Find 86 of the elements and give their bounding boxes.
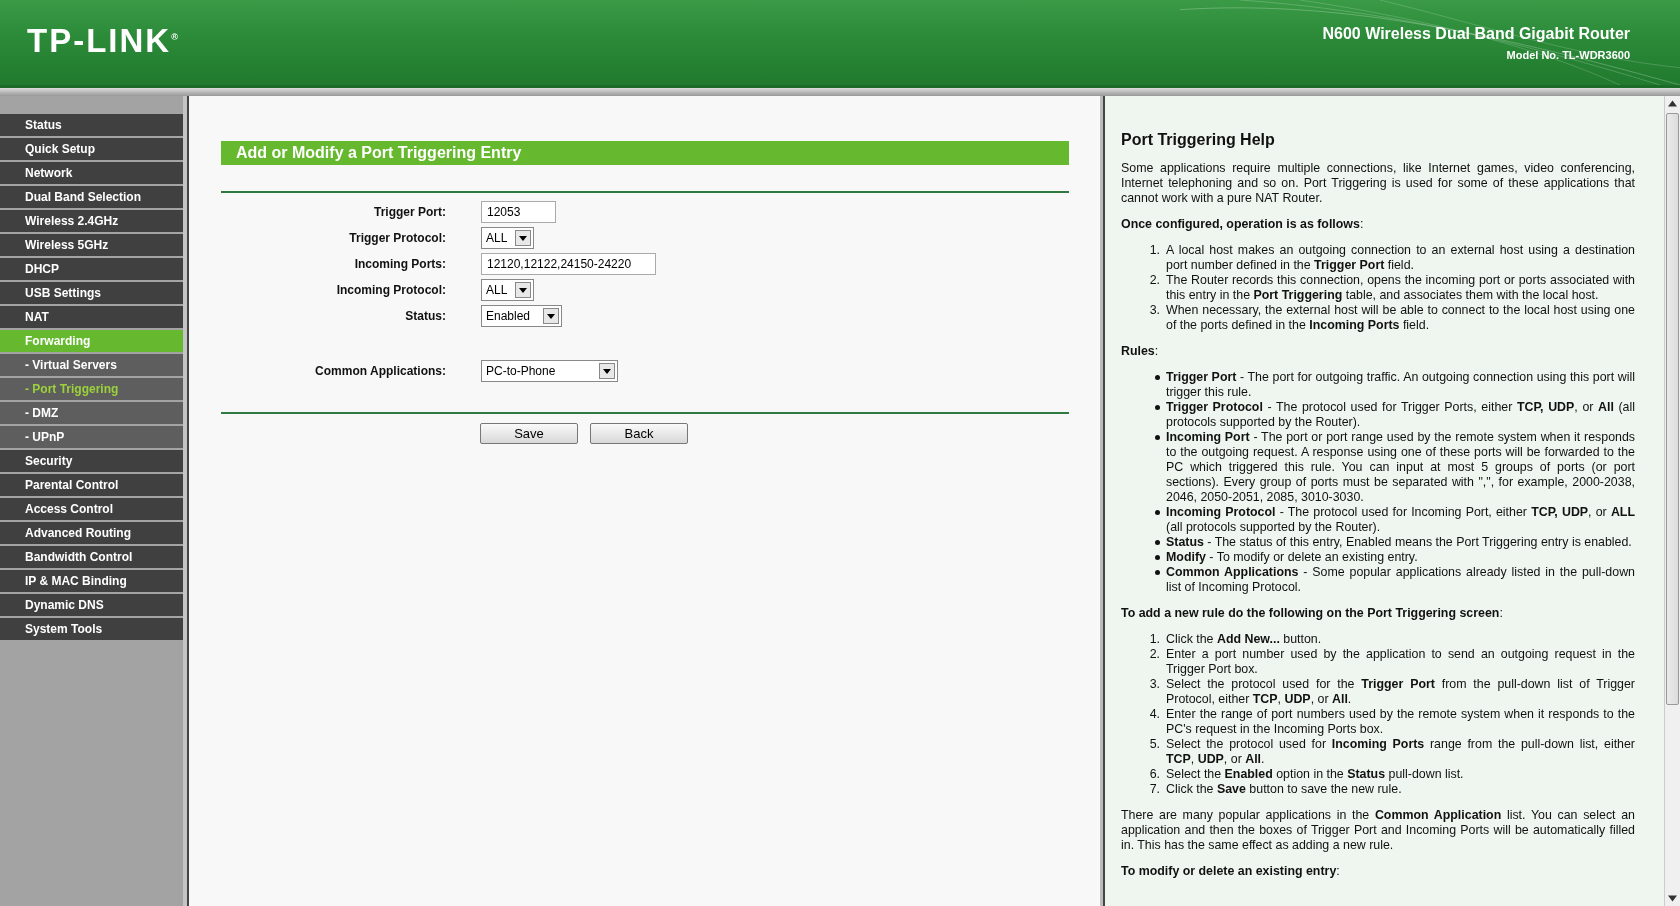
sidebar-item[interactable]: Security bbox=[0, 450, 183, 472]
help-paragraph: To modify or delete an existing entry: bbox=[1121, 864, 1341, 879]
sidebar-item[interactable]: NAT bbox=[0, 306, 183, 328]
help-list-item: Select the protocol used for the Trigger Port from the pull-down list of Trigger Protocol, either TCP, UDP, or All. bbox=[1166, 677, 1635, 707]
sidebar-item[interactable]: Dynamic DNS bbox=[0, 594, 183, 616]
help-paragraph: Some applications require multiple connections, like Internet games, video conferencing, Internet telephoning and so on. Port Triggering is used for some of these applications that cannot work with a pure NAT Router. bbox=[1121, 161, 1635, 206]
caret-icon bbox=[515, 282, 531, 298]
bullet-icon bbox=[1155, 510, 1160, 515]
logo: TP-LINK$^{®}$ bbox=[27, 21, 180, 60]
caret-icon bbox=[515, 230, 531, 246]
help-list-item: Enter the range of port numbers used by the remote system when it responds to the PC's request in the Incoming Ports box. bbox=[1166, 707, 1635, 737]
help-list-item: Incoming Port - The port or port range used by the remote system when it responds to the outgoing request. A response using one of these ports will be forwarded to the PC which triggered this rule. You can input at most 5 groups of ports (or port sections). Every group of ports must be separated with ",", for example, 2000-2038, 2046, 2050-2051, 2085, 3010-3030. bbox=[1166, 430, 1635, 505]
sidebar-item[interactable]: USB Settings bbox=[0, 282, 183, 304]
dropdown[interactable]: ALL bbox=[481, 279, 534, 301]
model-number: Model No. TL-WDR3600 bbox=[1505, 48, 1630, 61]
bullet-icon bbox=[1155, 570, 1160, 575]
help-paragraph: Rules: bbox=[1121, 344, 1160, 359]
sidebar-item[interactable]: System Tools bbox=[0, 618, 183, 640]
form-button[interactable]: Save bbox=[480, 423, 578, 444]
sidebar-item[interactable]: Quick Setup bbox=[0, 138, 183, 160]
bullet-icon bbox=[1155, 540, 1160, 545]
bullet-icon bbox=[1155, 555, 1160, 560]
help-list-item: Trigger Port - The port for outgoing traffic. An outgoing connection using this port will trigger this rule. bbox=[1166, 370, 1635, 400]
list-number: 2. bbox=[1148, 273, 1161, 289]
dropdown[interactable]: ALL bbox=[481, 227, 534, 249]
list-number: 3. bbox=[1148, 303, 1161, 319]
sidebar-item[interactable]: Advanced Routing bbox=[0, 522, 183, 544]
bullet-icon bbox=[1155, 405, 1160, 410]
help-list-item: Trigger Protocol - The protocol used for Trigger Ports, either TCP, UDP, or All (all protocols supported by the Router). bbox=[1166, 400, 1635, 430]
field-label: Incoming Protocol: bbox=[336, 283, 446, 297]
field-label: Trigger Port: bbox=[374, 205, 446, 219]
caret-icon bbox=[543, 308, 559, 324]
help-list-item: A local host makes an outgoing connection to an external host using a destination port number defined in the Trigger Port field. bbox=[1166, 243, 1635, 273]
help-list-item: Select the protocol used for Incoming Ports range from the pull-down list, either TCP, UDP, or All. bbox=[1166, 737, 1635, 767]
sidebar-item[interactable]: IP & MAC Binding bbox=[0, 570, 183, 592]
sidebar-item[interactable]: - Virtual Servers bbox=[0, 354, 183, 376]
help-paragraph: Once configured, operation is as follows: bbox=[1121, 217, 1365, 232]
sidebar-item[interactable]: - UPnP bbox=[0, 426, 183, 448]
sidebar-item[interactable]: Network bbox=[0, 162, 183, 184]
sidebar-item[interactable]: Dual Band Selection bbox=[0, 186, 183, 208]
input-field[interactable]: 12053 bbox=[481, 201, 556, 223]
caret-icon bbox=[599, 363, 615, 379]
help-list-item: When necessary, the external host will be able to connect to the local host using one of the ports defined in the Incoming Ports field. bbox=[1166, 303, 1635, 333]
help-list-item: Common Applications - Some popular applications already listed in the pull-down list of Incoming Protocol. bbox=[1166, 565, 1635, 595]
sidebar-item[interactable]: DHCP bbox=[0, 258, 183, 280]
help-list-item: Click the Save button to save the new rule. bbox=[1166, 782, 1403, 797]
list-number: 7. bbox=[1148, 782, 1161, 797]
sidebar-item[interactable]: - Port Triggering bbox=[0, 378, 183, 400]
help-list-item: The Router records this connection, opens the incoming port or ports associated with this entry in the Port Triggering table, and associates them with the local host. bbox=[1166, 273, 1635, 303]
field-label: Status: bbox=[405, 309, 446, 323]
help-list-item: Status - The status of this entry, Enabled means the Port Triggering entry is enabled. bbox=[1166, 535, 1633, 550]
bullet-icon bbox=[1155, 435, 1160, 440]
sidebar-item[interactable]: Access Control bbox=[0, 498, 183, 520]
field-label: Incoming Ports: bbox=[354, 257, 446, 271]
sidebar-item[interactable]: Wireless 5GHz bbox=[0, 234, 183, 256]
help-paragraph: To add a new rule do the following on the Port Triggering screen: bbox=[1121, 606, 1504, 621]
sidebar-item[interactable]: Wireless 2.4GHz bbox=[0, 210, 183, 232]
dropdown[interactable]: PC-to-Phone bbox=[481, 360, 618, 382]
sidebar-item[interactable]: - DMZ bbox=[0, 402, 183, 424]
field-label: Trigger Protocol: bbox=[349, 231, 446, 245]
product-name: N600 Wireless Dual Band Gigabit Router bbox=[1322, 24, 1630, 43]
list-number: 3. bbox=[1148, 677, 1161, 693]
form-button[interactable]: Back bbox=[590, 423, 688, 444]
sidebar-item[interactable]: Bandwidth Control bbox=[0, 546, 183, 568]
list-number: 4. bbox=[1148, 707, 1161, 723]
sidebar-item[interactable]: Status bbox=[0, 114, 183, 136]
list-number: 5. bbox=[1148, 737, 1161, 753]
scrollbar-thumb[interactable] bbox=[1666, 113, 1679, 705]
help-list-item: Incoming Protocol - The protocol used for Incoming Port, either TCP, UDP, or ALL (all protocols supported by the Router). bbox=[1166, 505, 1635, 535]
list-number: 1. bbox=[1148, 243, 1161, 259]
help-list-item: Select the Enabled option in the Status pull-down list. bbox=[1166, 767, 1465, 782]
form-title: Add or Modify a Port Triggering Entry bbox=[221, 141, 1069, 165]
sidebar-item[interactable]: Parental Control bbox=[0, 474, 183, 496]
field-label: Common Applications: bbox=[315, 364, 446, 378]
input-field[interactable]: 12120,12122,24150-24220 bbox=[481, 253, 656, 275]
bullet-icon bbox=[1155, 375, 1160, 380]
dropdown[interactable]: Enabled bbox=[481, 305, 562, 327]
help-list-item: Click the Add New... button. bbox=[1166, 632, 1323, 647]
list-number: 1. bbox=[1148, 632, 1161, 647]
help-list-item: Enter a port number used by the application to send an outgoing request in the Trigger Port box. bbox=[1166, 647, 1635, 677]
list-number: 6. bbox=[1148, 767, 1161, 782]
list-number: 2. bbox=[1148, 647, 1161, 663]
help-list-item: Modify - To modify or delete an existing entry. bbox=[1166, 550, 1419, 565]
scrollbar[interactable] bbox=[1664, 96, 1680, 906]
help-title: Port Triggering Help bbox=[1121, 132, 1276, 147]
help-paragraph: There are many popular applications in the Common Application list. You can select an application and then the boxes of Trigger Port and Incoming Ports will be automatically filled in. This has the same effect as adding a new rule. bbox=[1121, 808, 1635, 853]
